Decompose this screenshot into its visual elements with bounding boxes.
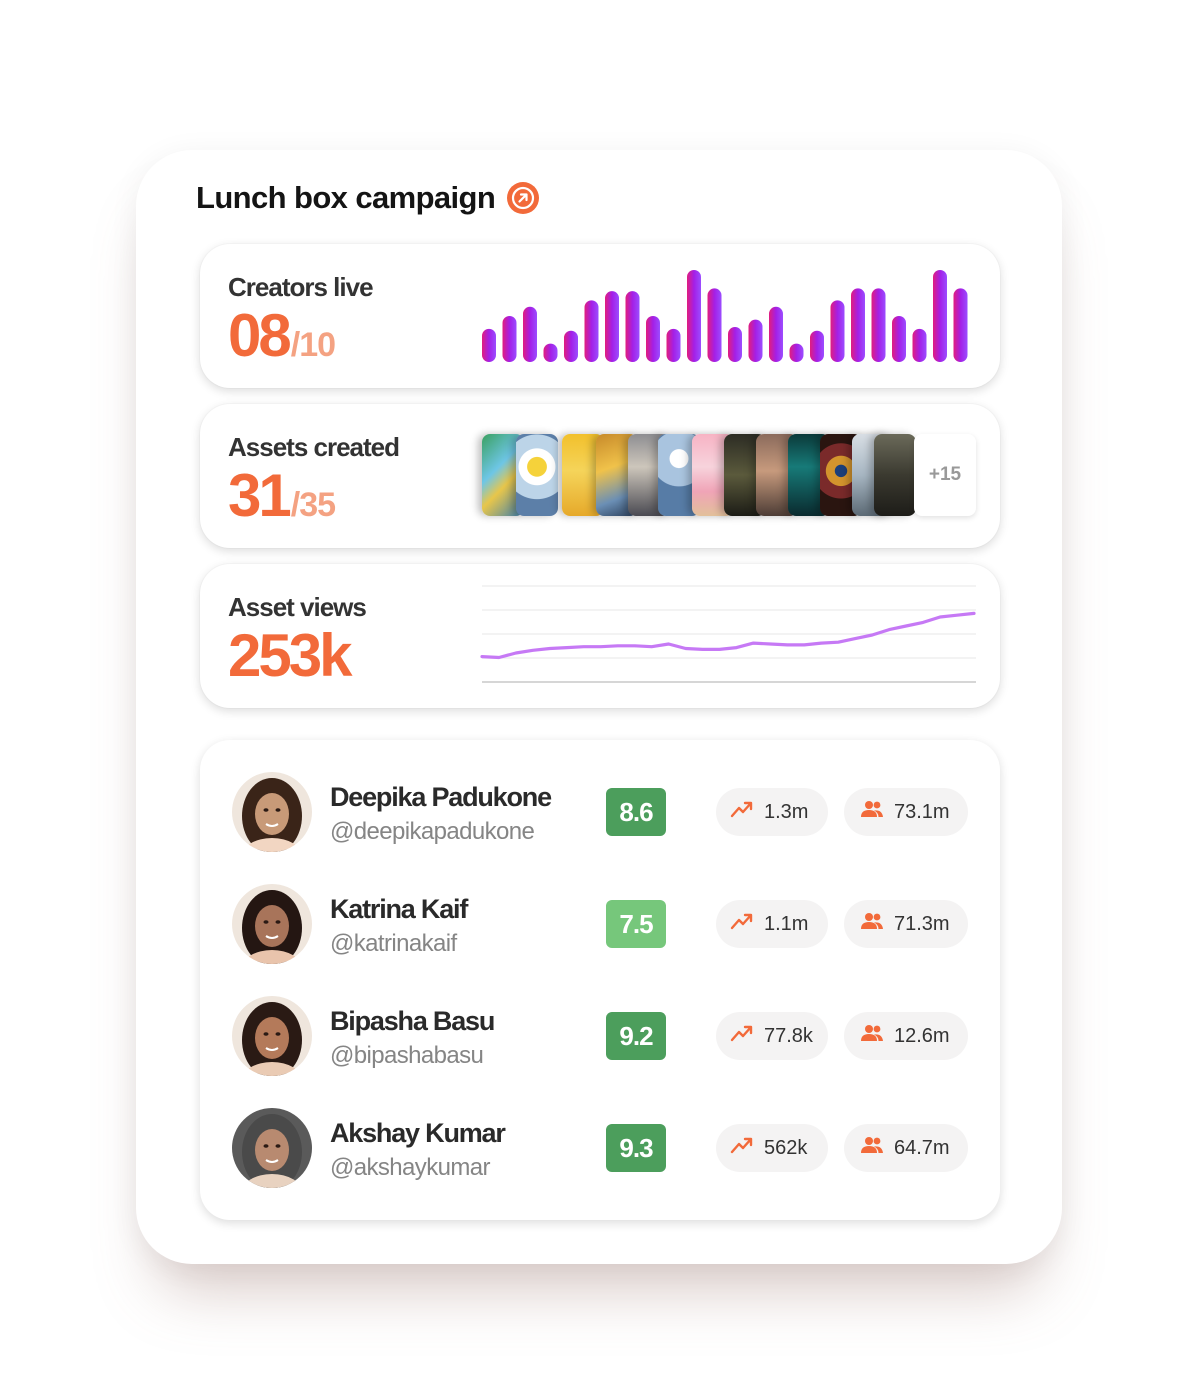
followers-value: 12.6m xyxy=(894,1024,950,1047)
avatar[interactable] xyxy=(232,772,312,852)
activity-bar xyxy=(543,343,558,362)
activity-bar xyxy=(523,306,537,362)
activity-bar xyxy=(564,330,578,362)
creator-name[interactable]: Katrina Kaif xyxy=(330,894,468,925)
activity-bar xyxy=(830,300,845,362)
asset-views-trend xyxy=(480,585,976,683)
followers-value: 64.7m xyxy=(894,1136,950,1159)
score-badge: 9.2 xyxy=(606,1012,666,1060)
campaign-header: Lunch box campaign xyxy=(196,180,540,216)
activity-bar xyxy=(502,316,517,362)
activity-bar xyxy=(646,316,660,362)
activity-bar xyxy=(666,328,681,362)
assets-created-value: 31/35 xyxy=(228,462,336,529)
activity-bar xyxy=(953,288,968,362)
activity-bar xyxy=(871,288,886,362)
growth-pill: 562k xyxy=(716,1124,828,1172)
asset-views-count: 253k xyxy=(228,622,352,689)
creators-list: Deepika Padukone @deepikapadukone 8.6 1.3m 7… xyxy=(200,740,1000,1220)
creators-live-total: /10 xyxy=(290,326,336,364)
creators-live-card: Creators live 08/10 xyxy=(200,244,1000,388)
asset-views-value: 253k xyxy=(228,622,352,689)
assets-created-card: Assets created 31/35 +15 xyxy=(200,404,1000,548)
asset-views-card: Asset views 253k xyxy=(200,564,1000,708)
avatar[interactable] xyxy=(232,884,312,964)
campaign-card: Lunch box campaign Creators live 08/10 A… xyxy=(136,150,1062,1264)
followers-value: 73.1m xyxy=(894,800,950,823)
users-icon xyxy=(860,799,884,825)
activity-bar xyxy=(810,330,824,362)
followers-pill: 71.3m xyxy=(844,900,968,948)
growth-pill: 1.1m xyxy=(716,900,828,948)
followers-value: 71.3m xyxy=(894,912,950,935)
trending-up-icon xyxy=(730,1023,754,1049)
users-icon xyxy=(860,911,884,937)
avatar[interactable] xyxy=(232,1108,312,1188)
followers-pill: 64.7m xyxy=(844,1124,968,1172)
creator-name[interactable]: Akshay Kumar xyxy=(330,1118,506,1149)
campaign-title: Lunch box campaign xyxy=(196,180,496,215)
asset-thumbnail[interactable] xyxy=(516,434,558,516)
trending-up-icon xyxy=(730,911,754,937)
activity-bar xyxy=(892,316,906,362)
activity-bar xyxy=(769,306,783,362)
users-icon xyxy=(860,1023,884,1049)
growth-pill: 1.3m xyxy=(716,788,828,836)
creators-activity-bars xyxy=(482,270,968,362)
assets-created-total: /35 xyxy=(290,486,336,524)
users-icon xyxy=(860,1135,884,1161)
activity-bar xyxy=(728,327,742,362)
creator-row[interactable]: Katrina Kaif @katrinakaif 7.5 1.1m 71.3m xyxy=(200,884,1000,964)
creator-handle[interactable]: @bipashabasu xyxy=(330,1042,484,1070)
activity-bar xyxy=(912,328,927,362)
creator-name[interactable]: Bipasha Basu xyxy=(330,1006,495,1037)
activity-bar xyxy=(584,300,599,362)
activity-bar xyxy=(851,288,865,362)
activity-bar xyxy=(482,328,496,362)
assets-created-count: 31 xyxy=(228,462,292,529)
creator-row[interactable]: Bipasha Basu @bipashabasu 9.2 77.8k 12.6m xyxy=(200,996,1000,1076)
trending-up-icon xyxy=(730,1135,754,1161)
creator-handle[interactable]: @katrinakaif xyxy=(330,930,457,958)
activity-bar xyxy=(707,288,722,362)
views-trend-line xyxy=(480,611,976,660)
activity-bar xyxy=(789,343,804,362)
more-assets-badge[interactable]: +15 xyxy=(914,434,976,516)
creator-name[interactable]: Deepika Padukone xyxy=(330,782,552,813)
activity-bar xyxy=(748,319,763,362)
growth-value: 77.8k xyxy=(764,1024,813,1047)
creators-live-label: Creators live xyxy=(228,272,374,302)
creator-row[interactable]: Deepika Padukone @deepikapadukone 8.6 1.3m 7… xyxy=(200,772,1000,852)
asset-views-label: Asset views xyxy=(228,592,367,622)
score-badge: 7.5 xyxy=(606,900,666,948)
trending-up-icon xyxy=(730,799,754,825)
assets-created-label: Assets created xyxy=(228,432,400,462)
score-badge: 8.6 xyxy=(606,788,666,836)
creator-handle[interactable]: @akshaykumar xyxy=(330,1154,490,1182)
creator-row[interactable]: Akshay Kumar @akshaykumar 9.3 562k 64.7m xyxy=(200,1108,1000,1188)
creators-live-count: 08 xyxy=(228,302,292,369)
creator-handle[interactable]: @deepikapadukone xyxy=(330,818,535,846)
asset-thumbnails: +15 xyxy=(482,434,976,518)
creators-live-value: 08/10 xyxy=(228,302,336,369)
activity-bar xyxy=(625,291,640,362)
asset-thumbnail[interactable] xyxy=(874,434,916,516)
followers-pill: 73.1m xyxy=(844,788,968,836)
activity-bar xyxy=(605,291,619,362)
arrow-up-right-icon[interactable] xyxy=(507,182,540,214)
score-badge: 9.3 xyxy=(606,1124,666,1172)
avatar[interactable] xyxy=(232,996,312,1076)
growth-value: 1.1m xyxy=(764,912,809,935)
growth-value: 562k xyxy=(764,1136,808,1159)
growth-pill: 77.8k xyxy=(716,1012,828,1060)
activity-bar xyxy=(687,270,701,362)
activity-bar xyxy=(933,270,947,362)
growth-value: 1.3m xyxy=(764,800,809,823)
followers-pill: 12.6m xyxy=(844,1012,968,1060)
